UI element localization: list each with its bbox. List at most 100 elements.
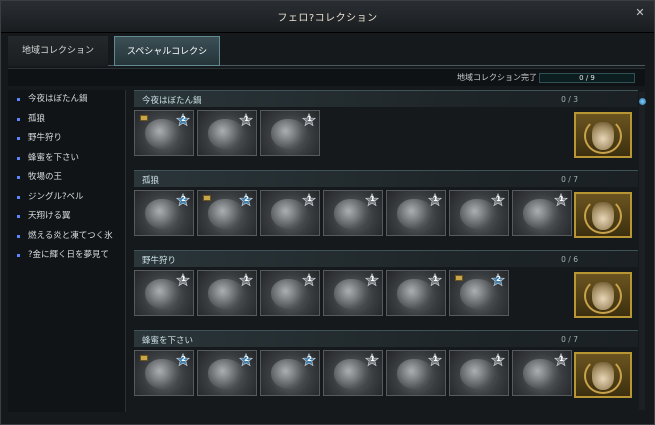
- fellow-card[interactable]: 1: [512, 350, 572, 396]
- bullet-icon: [17, 176, 20, 179]
- bullet-icon: [17, 195, 20, 199]
- group-title: 今夜はぼたん鍋: [142, 96, 202, 106]
- sidebar-item[interactable]: ジングル?ベル: [8, 188, 125, 208]
- tab-regional-collection[interactable]: 地域コレクション: [8, 36, 108, 66]
- sidebar-item[interactable]: 今夜はぼたん鍋: [8, 90, 125, 110]
- sidebar-item[interactable]: 燃える炎と凍てつく氷: [8, 227, 125, 247]
- sidebar-item[interactable]: 牧場の王: [8, 168, 125, 188]
- star-level: 2: [307, 355, 312, 363]
- group-title: 野牛狩り: [142, 256, 177, 266]
- book-icon: [140, 115, 148, 121]
- scroll-indicator-icon[interactable]: [639, 98, 646, 105]
- star-level: 1: [307, 275, 312, 283]
- star-level: 1: [370, 355, 375, 363]
- book-icon: [203, 195, 211, 201]
- summary-bar: 地域コレクション完了 0 / 9: [8, 68, 645, 86]
- fellow-card[interactable]: 1: [323, 350, 383, 396]
- sidebar-item-label: 孤狼: [28, 113, 46, 124]
- fellow-card[interactable]: 1: [197, 270, 257, 316]
- sidebar-item-label: 蜂蜜を下さい: [28, 152, 80, 163]
- group-progress: 0 / 3: [561, 95, 578, 104]
- sidebar-item[interactable]: ?金に輝く日を夢見て: [8, 246, 125, 266]
- close-icon[interactable]: ✕: [634, 7, 646, 19]
- reward-bag-icon: [592, 362, 614, 390]
- bullet-icon: [17, 254, 20, 257]
- reward-box[interactable]: [574, 112, 632, 158]
- summary-count: 0 / 9: [579, 74, 595, 82]
- star-level: 2: [181, 355, 186, 363]
- star-level: 2: [244, 195, 249, 203]
- sidebar-item[interactable]: 野牛狩り: [8, 129, 125, 149]
- sidebar-item[interactable]: 蜂蜜を下さい: [8, 149, 125, 169]
- bullet-icon: [17, 215, 20, 218]
- summary-label: 地域コレクション完了: [457, 73, 537, 82]
- sidebar-item-label: 天翔ける翼: [28, 211, 71, 221]
- sidebar-item-label: ?金に輝く日を夢見て: [28, 250, 110, 260]
- group-title: 蜂蜜を下さい: [142, 336, 194, 346]
- sidebar-item-label: 燃える炎と凍てつく氷: [28, 230, 113, 241]
- fellow-card[interactable]: 1: [449, 190, 509, 236]
- star-level: 1: [433, 355, 438, 363]
- collection-group: 野牛狩り 0 / 6 1 1 1 1 1 2: [134, 250, 638, 326]
- star-level: 1: [496, 195, 501, 203]
- summary-progress-bar: 0 / 9: [539, 73, 635, 83]
- fellow-card[interactable]: 1: [323, 190, 383, 236]
- collection-group: 今夜はぼたん鍋 0 / 3 2 1 1: [134, 90, 638, 166]
- fellow-card[interactable]: 1: [512, 190, 572, 236]
- window-title: フェロ?コレクション: [277, 13, 378, 24]
- star-level: 1: [244, 115, 249, 123]
- group-progress: 0 / 6: [561, 255, 578, 264]
- star-level: 2: [244, 355, 249, 363]
- reward-box[interactable]: [574, 192, 632, 238]
- group-header[interactable]: 野牛狩り 0 / 6: [134, 250, 638, 267]
- tab-special-collection[interactable]: スペシャルコレクション: [114, 36, 220, 87]
- group-header[interactable]: 今夜はぼたん鍋 0 / 3: [134, 90, 638, 107]
- bullet-icon: [17, 98, 20, 101]
- fellow-card[interactable]: 2: [134, 110, 194, 156]
- fellow-card[interactable]: 1: [449, 350, 509, 396]
- reward-bag-icon: [592, 202, 614, 230]
- reward-box[interactable]: [574, 352, 632, 398]
- bullet-icon: [17, 234, 20, 238]
- star-level: 2: [496, 275, 501, 283]
- fellow-card[interactable]: 1: [260, 190, 320, 236]
- bullet-icon: [17, 156, 20, 160]
- fellow-card[interactable]: 1: [386, 270, 446, 316]
- sidebar-item[interactable]: 孤狼: [8, 110, 125, 130]
- sidebar-item[interactable]: 天翔ける翼: [8, 207, 125, 227]
- group-progress: 0 / 7: [561, 175, 578, 184]
- scrollbar[interactable]: [639, 92, 645, 410]
- sidebar-item-label: 今夜はぼたん鍋: [28, 94, 88, 104]
- fellow-card[interactable]: 1: [260, 110, 320, 156]
- group-title: 孤狼: [142, 176, 160, 186]
- group-header[interactable]: 孤狼 0 / 7: [134, 170, 638, 187]
- collection-group: 孤狼 0 / 7 2 2 1 1 1 1 1: [134, 170, 638, 246]
- tab-bar: 地域コレクション スペシャルコレクション: [8, 36, 645, 87]
- fellow-card[interactable]: 2: [197, 350, 257, 396]
- fellow-card[interactable]: 1: [197, 110, 257, 156]
- group-progress: 0 / 7: [561, 335, 578, 344]
- collection-content: 今夜はぼたん鍋 0 / 3 2 1 1 孤狼 0 / 7 2 2 1 1 1 1 1 野牛狩り 0 / 6 1 1…: [130, 90, 638, 412]
- reward-box[interactable]: [574, 272, 632, 318]
- reward-bag-icon: [592, 122, 614, 150]
- collection-sidebar: 今夜はぼたん鍋 孤狼野牛狩り蜂蜜を下さい 牧場の王ジングル?ベル 天翔ける翼燃える炎と…: [8, 90, 126, 412]
- title-bar[interactable]: フェロ?コレクション ✕: [1, 1, 654, 33]
- group-header[interactable]: 蜂蜜を下さい 0 / 7: [134, 330, 638, 347]
- fellow-card[interactable]: 2: [449, 270, 509, 316]
- fellow-card[interactable]: 1: [260, 270, 320, 316]
- fellow-card[interactable]: 1: [323, 270, 383, 316]
- fellow-card[interactable]: 2: [134, 190, 194, 236]
- fellow-card[interactable]: 2: [197, 190, 257, 236]
- fellow-card[interactable]: 2: [260, 350, 320, 396]
- star-level: 1: [307, 195, 312, 203]
- star-level: 1: [307, 115, 312, 123]
- star-level: 1: [559, 355, 564, 363]
- fellow-card[interactable]: 1: [134, 270, 194, 316]
- fellow-card[interactable]: 2: [134, 350, 194, 396]
- fellow-card[interactable]: 1: [386, 350, 446, 396]
- bullet-icon: [17, 137, 20, 140]
- sidebar-item-label: ジングル?ベル: [28, 191, 84, 202]
- book-icon: [140, 355, 148, 361]
- sidebar-item-label: 牧場の王: [28, 172, 63, 182]
- fellow-card[interactable]: 1: [386, 190, 446, 236]
